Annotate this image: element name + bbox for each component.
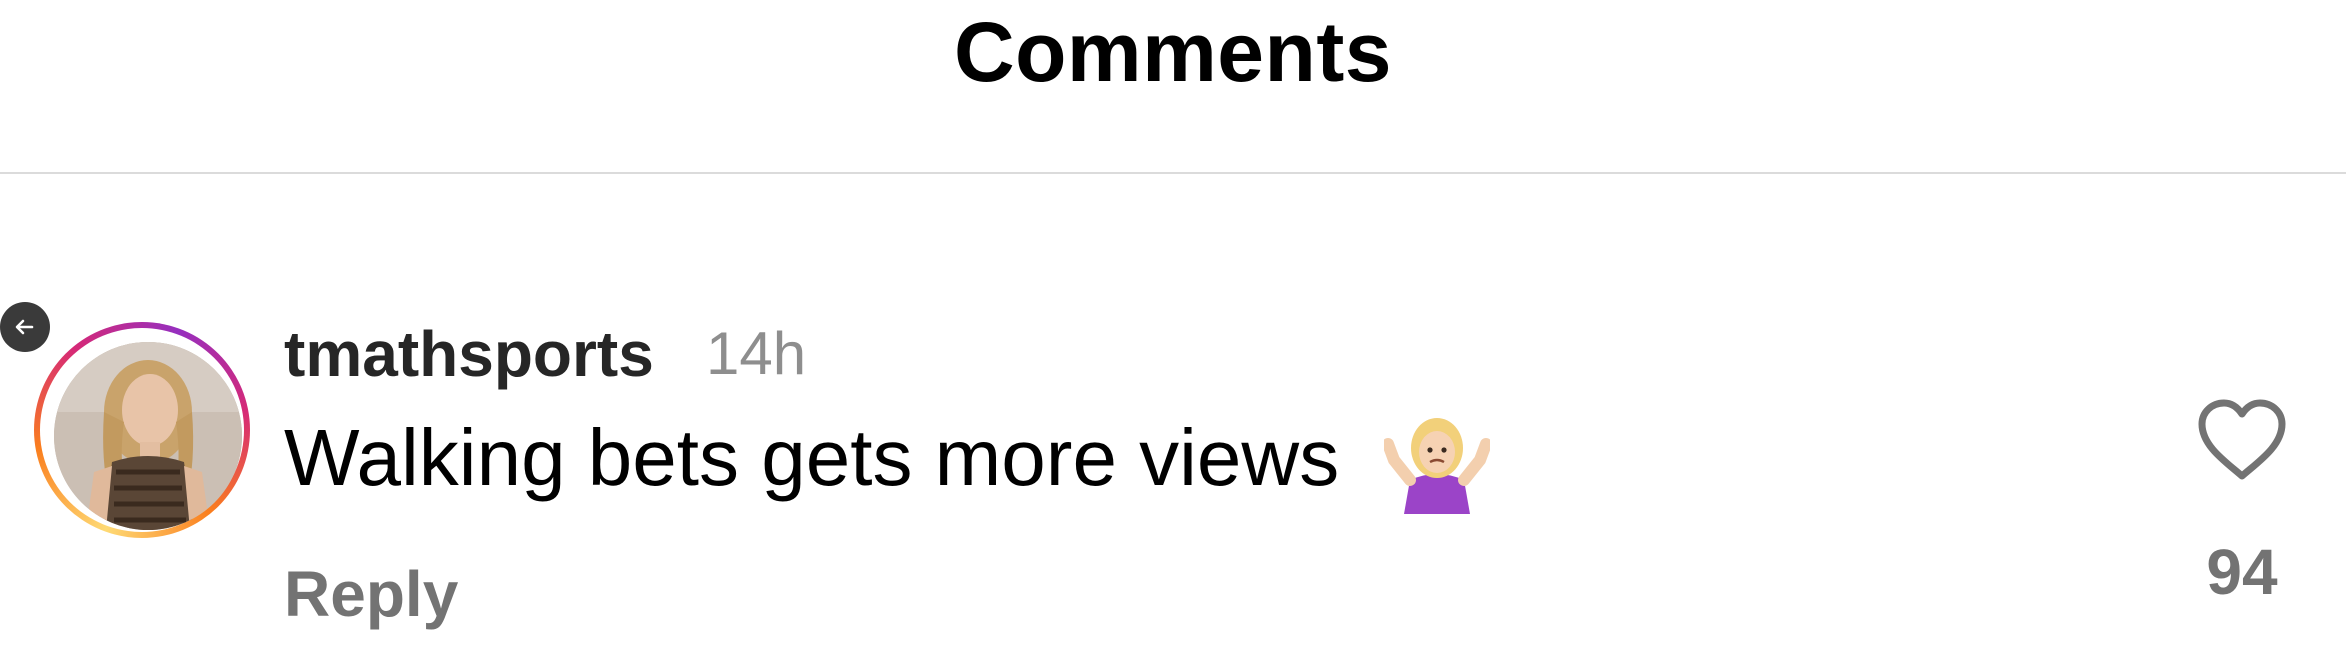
comment-text: Walking bets gets more views	[284, 413, 1340, 502]
heart-outline-icon	[2198, 399, 2286, 480]
avatar-image	[54, 342, 242, 530]
person-shrugging-emoji	[1382, 414, 1492, 514]
back-button[interactable]	[0, 302, 50, 352]
story-ring[interactable]	[34, 322, 250, 538]
comment-timestamp: 14h	[706, 320, 807, 387]
like-count: 94	[2206, 536, 2278, 608]
reply-button[interactable]: Reply	[284, 562, 458, 626]
comments-header: Comments	[0, 0, 2346, 174]
avatar[interactable]	[54, 342, 242, 530]
comment-username[interactable]: tmathsports	[284, 322, 654, 386]
page-title: Comments	[953, 5, 1393, 99]
arrow-left-icon	[15, 319, 34, 335]
like-button[interactable]	[2196, 398, 2288, 482]
